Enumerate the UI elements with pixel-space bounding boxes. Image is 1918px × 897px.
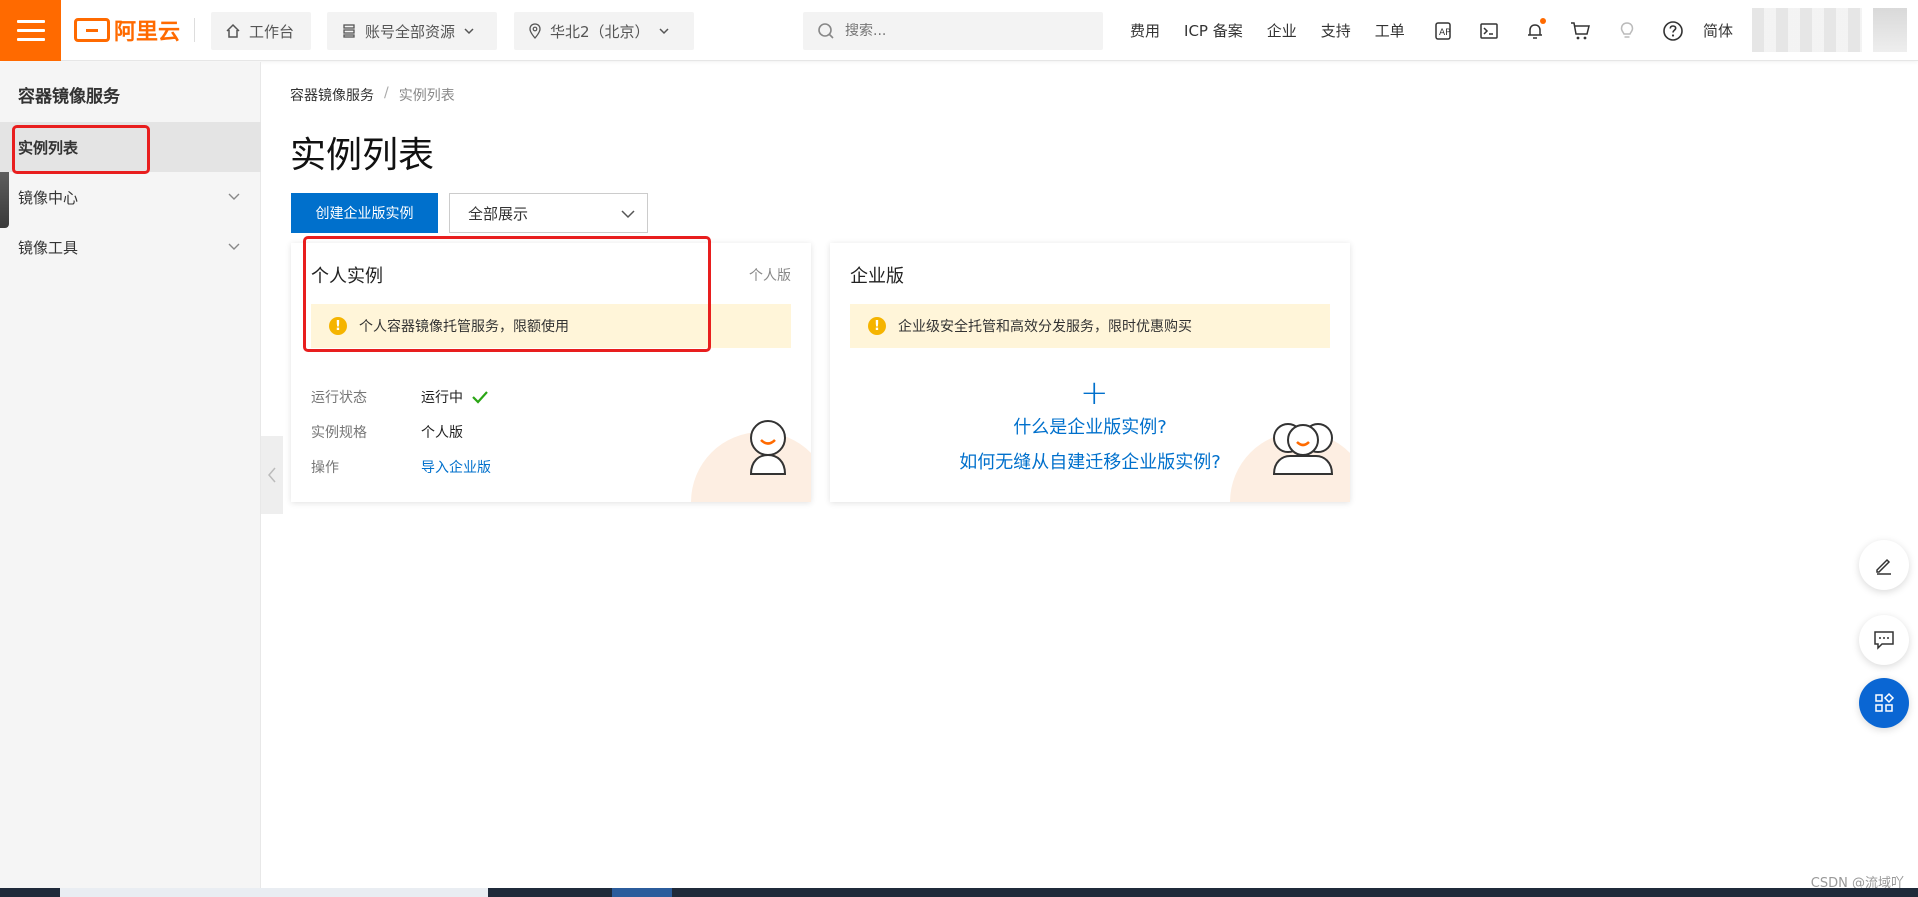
sidebar-item-image-tools[interactable]: 镜像工具	[0, 222, 261, 272]
feedback-float-button[interactable]	[1859, 615, 1909, 665]
top-icon-bar: AP	[1430, 0, 1686, 61]
lightbulb-icon[interactable]	[1614, 18, 1640, 44]
resource-scope-label: 账号全部资源	[365, 22, 456, 41]
notice-text: 企业级安全托管和高效分发服务，限时优惠购买	[898, 319, 1192, 335]
taskbar-active-window[interactable]	[612, 888, 672, 897]
region-label: 华北2（北京）	[550, 22, 650, 41]
help-icon[interactable]	[1660, 18, 1686, 44]
personal-instance-card[interactable]: 个人实例 个人版 ! 个人容器镜像托管服务，限额使用 运行状态 运行中 实例规格…	[291, 243, 811, 502]
row-value: 个人版	[421, 425, 463, 441]
aliyun-logo-icon	[74, 18, 110, 42]
breadcrumb-root[interactable]: 容器镜像服务	[290, 85, 374, 105]
stack-icon	[343, 24, 355, 38]
notice-banner: ! 个人容器镜像托管服务，限额使用	[311, 304, 791, 348]
sidebar-item-instance-list[interactable]: 实例列表	[0, 122, 261, 172]
edition-tag: 个人版	[749, 268, 791, 284]
app-code-icon[interactable]: AP	[1430, 18, 1456, 44]
os-taskbar	[0, 888, 1918, 897]
terminal-icon[interactable]	[1476, 18, 1502, 44]
edit-float-button[interactable]	[1859, 540, 1909, 590]
sidebar-item-label: 实例列表	[18, 138, 79, 157]
account-info-blurred[interactable]	[1752, 8, 1862, 52]
warning-icon: !	[868, 317, 886, 335]
region-dropdown[interactable]: 华北2（北京）	[514, 12, 694, 50]
sidebar-title: 容器镜像服务	[18, 87, 120, 107]
top-links: 费用 ICP 备案 企业 支持 工单	[1130, 0, 1429, 61]
row-value: 运行中	[421, 387, 489, 407]
instance-filter-select[interactable]: 全部展示	[449, 193, 648, 233]
import-enterprise-link[interactable]: 导入企业版	[421, 457, 491, 477]
status-row: 运行状态 运行中	[311, 387, 489, 407]
sidebar-item-label: 镜像工具	[18, 238, 79, 257]
chevron-left-icon	[268, 467, 276, 483]
enterprise-instance-card[interactable]: 企业版 ! 企业级安全托管和高效分发服务，限时优惠购买 + 什么是企业版实例? …	[830, 243, 1350, 502]
taskbar-window[interactable]	[60, 888, 488, 897]
breadcrumb-separator: /	[384, 85, 389, 101]
chevron-down-icon	[228, 193, 240, 200]
breadcrumb-current: 实例列表	[398, 88, 455, 104]
workbench-label: 工作台	[249, 22, 295, 41]
nav-link-ticket[interactable]: 工单	[1375, 20, 1405, 41]
card-title: 个人实例	[311, 266, 383, 287]
row-key: 操作	[311, 460, 339, 476]
nav-link-support[interactable]: 支持	[1321, 20, 1351, 41]
warning-icon: !	[329, 317, 347, 335]
hamburger-menu-button[interactable]	[0, 0, 61, 61]
pencil-icon	[1876, 558, 1891, 575]
notice-banner: ! 企业级安全托管和高效分发服务，限时优惠购买	[850, 304, 1330, 348]
sidebar: 容器镜像服务 实例列表 镜像中心 镜像工具	[0, 62, 261, 888]
search-icon	[818, 23, 834, 39]
check-icon	[472, 391, 488, 404]
home-icon	[226, 23, 240, 38]
brand-name: 阿里云	[114, 20, 181, 45]
card-title: 企业版	[850, 266, 904, 287]
apps-grid-icon	[1875, 692, 1895, 712]
cart-icon[interactable]	[1568, 18, 1594, 44]
person-illustration-icon	[749, 420, 787, 475]
avatar[interactable]	[1873, 8, 1907, 52]
row-key: 实例规格	[311, 425, 367, 441]
sidebar-item-label: 镜像中心	[18, 188, 79, 207]
location-pin-icon	[529, 23, 541, 39]
chevron-down-icon	[464, 28, 474, 35]
search-input[interactable]	[845, 23, 1085, 39]
notification-dot	[1540, 17, 1546, 24]
chevron-down-icon	[659, 28, 669, 35]
sidebar-item-image-center[interactable]: 镜像中心	[0, 172, 261, 222]
notice-text: 个人容器镜像托管服务，限额使用	[359, 319, 569, 335]
top-navbar: 阿里云 工作台 账号全部资源 华北2（北京） 费用 ICP 备案 企业 支持 工…	[0, 0, 1918, 61]
nav-link-enterprise[interactable]: 企业	[1267, 20, 1297, 41]
brand-logo[interactable]: 阿里云	[74, 14, 180, 46]
spec-row: 实例规格 个人版	[311, 422, 463, 442]
plus-icon[interactable]: +	[1080, 376, 1109, 410]
chevron-down-icon	[621, 210, 635, 219]
apps-float-button[interactable]	[1859, 678, 1909, 728]
team-illustration-icon	[1272, 423, 1334, 475]
filter-selected-value: 全部展示	[468, 204, 529, 223]
status-text: 运行中	[421, 390, 463, 406]
global-search[interactable]	[803, 12, 1103, 50]
action-row: 操作 导入企业版	[311, 457, 491, 477]
svg-text:AP: AP	[1439, 28, 1451, 38]
logo-divider	[194, 18, 195, 42]
chevron-down-icon	[228, 243, 240, 250]
page-title: 实例列表	[290, 135, 435, 176]
create-enterprise-instance-button[interactable]: 创建企业版实例	[291, 193, 438, 233]
nav-link-billing[interactable]: 费用	[1130, 20, 1160, 41]
workbench-button[interactable]: 工作台	[211, 12, 311, 50]
nav-link-icp[interactable]: ICP 备案	[1184, 20, 1243, 41]
row-key: 运行状态	[311, 390, 367, 406]
chat-icon	[1874, 631, 1894, 650]
sidebar-collapse-handle[interactable]	[261, 436, 283, 514]
bell-icon[interactable]	[1522, 17, 1548, 44]
resource-scope-dropdown[interactable]: 账号全部资源	[327, 12, 497, 50]
language-switch[interactable]: 简体	[1703, 20, 1733, 41]
breadcrumb: 容器镜像服务 / 实例列表	[290, 85, 455, 105]
